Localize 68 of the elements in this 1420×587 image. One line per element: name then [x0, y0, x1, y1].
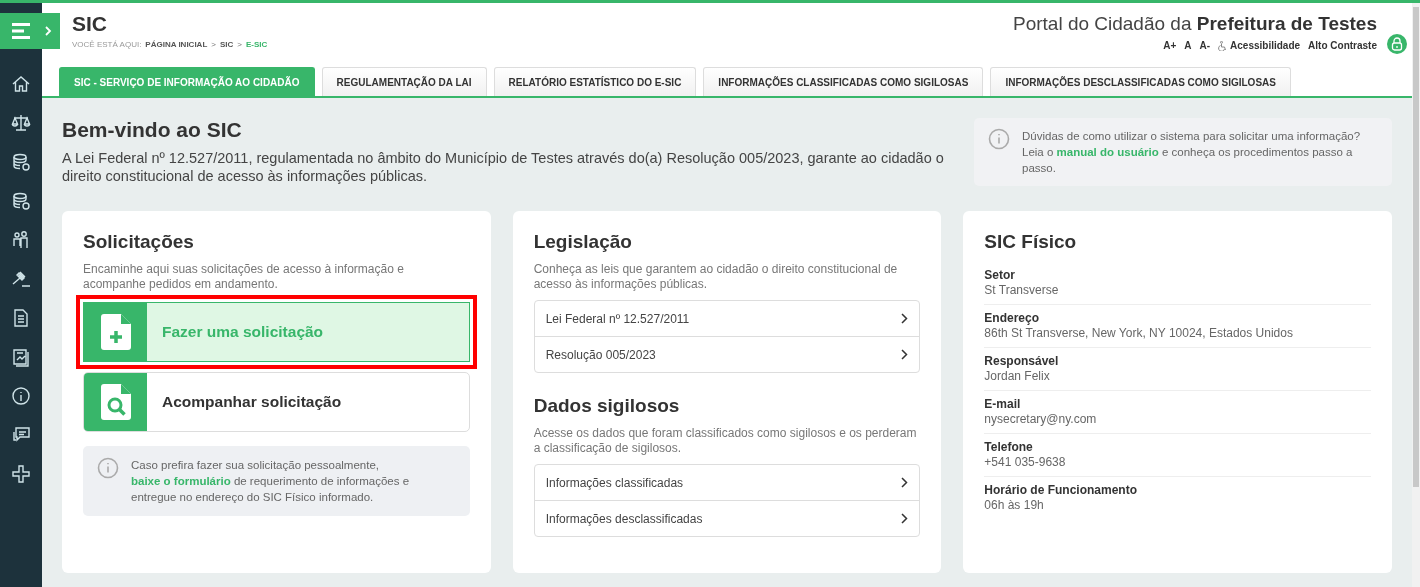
- field-value: 86th St Transverse, New York, NY 10024, Estados Unidos: [984, 326, 1294, 340]
- chart-document-icon[interactable]: [11, 347, 31, 367]
- portal-title: Portal do Cidadão da Prefeitura de Testes: [1012, 13, 1377, 35]
- breadcrumb-link[interactable]: SIC: [219, 40, 234, 49]
- field-label: Horário de Funcionamento: [984, 483, 1139, 497]
- scrollbar[interactable]: [1412, 3, 1420, 587]
- lock-icon[interactable]: [1387, 34, 1407, 54]
- request-action-button[interactable]: Acompanhar solicitação: [83, 372, 470, 432]
- card-title: Solicitações: [83, 231, 195, 253]
- plus-icon[interactable]: [11, 464, 31, 484]
- wheelchair-icon: [1218, 40, 1228, 51]
- document-icon[interactable]: [11, 308, 31, 328]
- page-title: SIC: [72, 12, 108, 36]
- info-icon[interactable]: [11, 386, 31, 406]
- field-label: E-mail: [984, 397, 1022, 411]
- tab[interactable]: INFORMAÇÕES DESCLASSIFICADAS COMO SIGILOSAS: [990, 67, 1291, 96]
- field-label: Responsável: [984, 354, 1060, 368]
- coins-icon[interactable]: [11, 191, 31, 211]
- field-label: Setor: [984, 268, 1017, 282]
- field-value: Jordan Felix: [984, 369, 1051, 383]
- menu-icon: [12, 23, 32, 39]
- list-link[interactable]: Informações classificadas: [534, 465, 920, 500]
- card-description: Conheça as leis que garantem ao cidadão o direito constitucional de acesso às informações públicas.: [533, 262, 899, 292]
- menu-button[interactable]: [0, 13, 60, 49]
- scales-icon[interactable]: [11, 113, 31, 133]
- help-text: Dúvidas de como utilizar o sistema para solicitar uma informação? Leia o manual do usuário e conheça os procedimentos passo a passo.: [1022, 129, 1362, 176]
- tab[interactable]: INFORMAÇÕES CLASSIFICADAS COMO SIGILOSAS: [703, 67, 984, 96]
- card-description: Encaminhe aqui suas solicitações de acesso à informação e acompanhe pedidos em andamento.: [83, 262, 405, 292]
- list-link[interactable]: Informações desclassificadas: [534, 500, 920, 536]
- breadcrumb-label: VOCÊ ESTÁ AQUI:: [72, 40, 142, 49]
- card-title: Dados sigilosos: [533, 395, 681, 417]
- list-link[interactable]: Resolução 005/2023: [534, 336, 920, 372]
- welcome-text: A Lei Federal nº 12.527/2011, regulamentada no âmbito do Município de Testes através do(a) Resolução 005/2023, garante ao cidadão o direito constitucional de acesso às informações públicas.: [62, 149, 945, 185]
- field-value: 06h às 19h: [984, 498, 1045, 512]
- tab[interactable]: REGULAMENTAÇÃO DA LAI: [321, 67, 487, 96]
- note-text: Caso prefira fazer sua solicitação pessoalmente, baixe o formulário de requerimento de informações e entregue no endereço do SIC Físico informado.: [131, 458, 411, 505]
- field-value: nysecretary@ny.com: [984, 412, 1098, 426]
- info-icon: [97, 457, 119, 479]
- gavel-icon[interactable]: [11, 269, 31, 289]
- accessibility-link[interactable]: A: [1184, 40, 1192, 51]
- card-description: Acesse os dados que foram classificados como sigilosos e os perderam a classificação de sigilosos.: [533, 426, 918, 456]
- breadcrumb-link[interactable]: PÁGINA INICIAL: [145, 40, 208, 49]
- card-title: Legislação: [533, 231, 633, 253]
- chevron-icon: [44, 26, 52, 36]
- chevron-icon: [901, 313, 909, 324]
- info-icon: [988, 128, 1010, 150]
- accessibility-link[interactable]: Acessibilidade: [1218, 40, 1301, 51]
- file-search-icon: [100, 384, 131, 420]
- field-value: +541 035-9638: [984, 455, 1067, 469]
- accessibility-link[interactable]: A-: [1199, 40, 1211, 51]
- accessibility-link[interactable]: A+: [1163, 40, 1177, 51]
- coins-icon[interactable]: [11, 152, 31, 172]
- chevron-icon: [901, 477, 909, 488]
- people-icon[interactable]: [11, 230, 31, 250]
- tab[interactable]: RELATÓRIO ESTATÍSTICO DO E-SIC: [493, 67, 697, 96]
- card-title: SIC Físico: [984, 231, 1078, 253]
- breadcrumb-separator: >: [237, 40, 242, 49]
- chevron-icon: [901, 349, 909, 360]
- list-link[interactable]: Lei Federal nº 12.527/2011: [534, 301, 920, 336]
- chevron-icon: [901, 513, 909, 524]
- home-icon[interactable]: [11, 74, 31, 94]
- file-plus-icon: [100, 314, 131, 350]
- field-value: St Transverse: [984, 283, 1060, 297]
- breadcrumb-separator: >: [211, 40, 216, 49]
- welcome-heading: Bem-vindo ao SIC: [62, 118, 243, 142]
- field-label: Endereço: [984, 311, 1041, 325]
- field-label: Telefone: [984, 440, 1034, 454]
- accessibility-link[interactable]: Alto Contraste: [1308, 40, 1377, 51]
